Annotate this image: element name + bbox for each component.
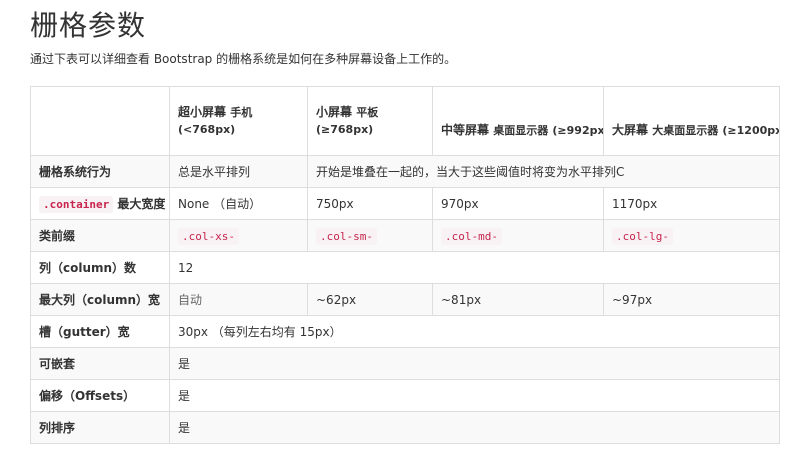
cell-xs: 总是水平排列	[169, 155, 308, 188]
cell-xs: 自动	[169, 283, 308, 316]
cell-lg: 1170px	[603, 187, 780, 220]
cell-all: 是	[169, 379, 780, 412]
cell-sm-md-lg: 开始是堆叠在一起的，当大于这些阈值时将变为水平排列C	[307, 155, 780, 188]
row-label: 栅格系统行为	[30, 155, 170, 188]
cell-md: .col-md-	[432, 219, 604, 252]
header-size: (≥992px)	[552, 123, 602, 137]
row-label: 可嵌套	[30, 347, 170, 380]
cell-all: 30px （每列左右均有 15px）	[169, 315, 780, 348]
header-main: 中等屏幕	[441, 122, 490, 137]
header-main: 大屏幕	[612, 122, 649, 137]
row-label: 最大列（column）宽	[30, 283, 170, 316]
prefix-code: .col-md-	[441, 227, 502, 245]
prefix-code: .col-xs-	[178, 227, 239, 245]
header-cell-sm: 小屏幕 平板 (≥768px)	[307, 86, 433, 156]
cell-md: 970px	[432, 187, 604, 220]
table-row-ordering: 列排序 是	[30, 411, 780, 444]
cell-lg: .col-lg-	[603, 219, 780, 252]
prefix-code: .col-sm-	[316, 227, 377, 245]
header-size: (≥1200px)	[722, 123, 778, 137]
table-row-class-prefix: 类前缀 .col-xs- .col-sm- .col-md- .col-lg-	[30, 219, 780, 252]
table-row-column-count: 列（column）数 12	[30, 251, 780, 284]
header-main: 小屏幕	[316, 105, 353, 119]
cell-sm: 750px	[307, 187, 433, 220]
table-row-offsets: 偏移（Offsets） 是	[30, 379, 780, 412]
cell-lg: ~97px	[603, 283, 780, 316]
cell-sm: ~62px	[307, 283, 433, 316]
row-label: 槽（gutter）宽	[30, 315, 170, 348]
header-cell-md: 中等屏幕 桌面显示器 (≥992px)	[432, 86, 604, 156]
header-sub: 大桌面显示器	[652, 123, 719, 137]
header-cell-lg: 大屏幕 大桌面显示器 (≥1200px)	[603, 86, 780, 156]
grid-options-table: 超小屏幕 手机 (<768px) 小屏幕 平板 (≥768px) 中等屏幕 桌面…	[30, 86, 780, 444]
cell-xs: .col-xs-	[169, 219, 308, 252]
header-sub: 手机	[230, 106, 253, 119]
cell-sm: .col-sm-	[307, 219, 433, 252]
header-size: (≥768px)	[316, 123, 374, 136]
row-label: .container 最大宽度	[30, 187, 170, 220]
container-code: .container	[39, 196, 114, 213]
row-label: 偏移（Offsets）	[30, 379, 170, 412]
header-sub: 桌面显示器	[493, 123, 549, 137]
header-cell-empty	[30, 86, 170, 156]
row-label-text: 最大宽度	[117, 197, 166, 211]
table-row-column-width: 最大列（column）宽 自动 ~62px ~81px ~97px	[30, 283, 780, 316]
header-cell-xs: 超小屏幕 手机 (<768px)	[169, 86, 308, 156]
table-row-container-width: .container 最大宽度 None （自动） 750px 970px 11…	[30, 187, 780, 220]
table-row-nestable: 可嵌套 是	[30, 347, 780, 380]
cell-all: 是	[169, 411, 780, 444]
page-title: 栅格参数	[30, 9, 147, 42]
cell-md: ~81px	[432, 283, 604, 316]
row-label: 列（column）数	[30, 251, 170, 284]
header-main: 超小屏幕	[178, 105, 227, 119]
row-label: 列排序	[30, 411, 170, 444]
cell-xs: None （自动）	[169, 187, 308, 220]
table-row-gutter: 槽（gutter）宽 30px （每列左右均有 15px）	[30, 315, 780, 348]
page: 栅格参数 通过下表可以详细查看 Bootstrap 的栅格系统是如何在多种屏幕设…	[0, 0, 800, 456]
header-sub: 平板	[356, 106, 379, 119]
table-row-behavior: 栅格系统行为 总是水平排列 开始是堆叠在一起的，当大于这些阈值时将变为水平排列C	[30, 155, 780, 188]
table-header-row: 超小屏幕 手机 (<768px) 小屏幕 平板 (≥768px) 中等屏幕 桌面…	[30, 86, 780, 156]
cell-all: 12	[169, 251, 780, 284]
intro-text: 通过下表可以详细查看 Bootstrap 的栅格系统是如何在多种屏幕设备上工作的…	[30, 52, 457, 66]
prefix-code: .col-lg-	[612, 227, 673, 245]
cell-all: 是	[169, 347, 780, 380]
header-size: (<768px)	[178, 123, 236, 136]
row-label: 类前缀	[30, 219, 170, 252]
